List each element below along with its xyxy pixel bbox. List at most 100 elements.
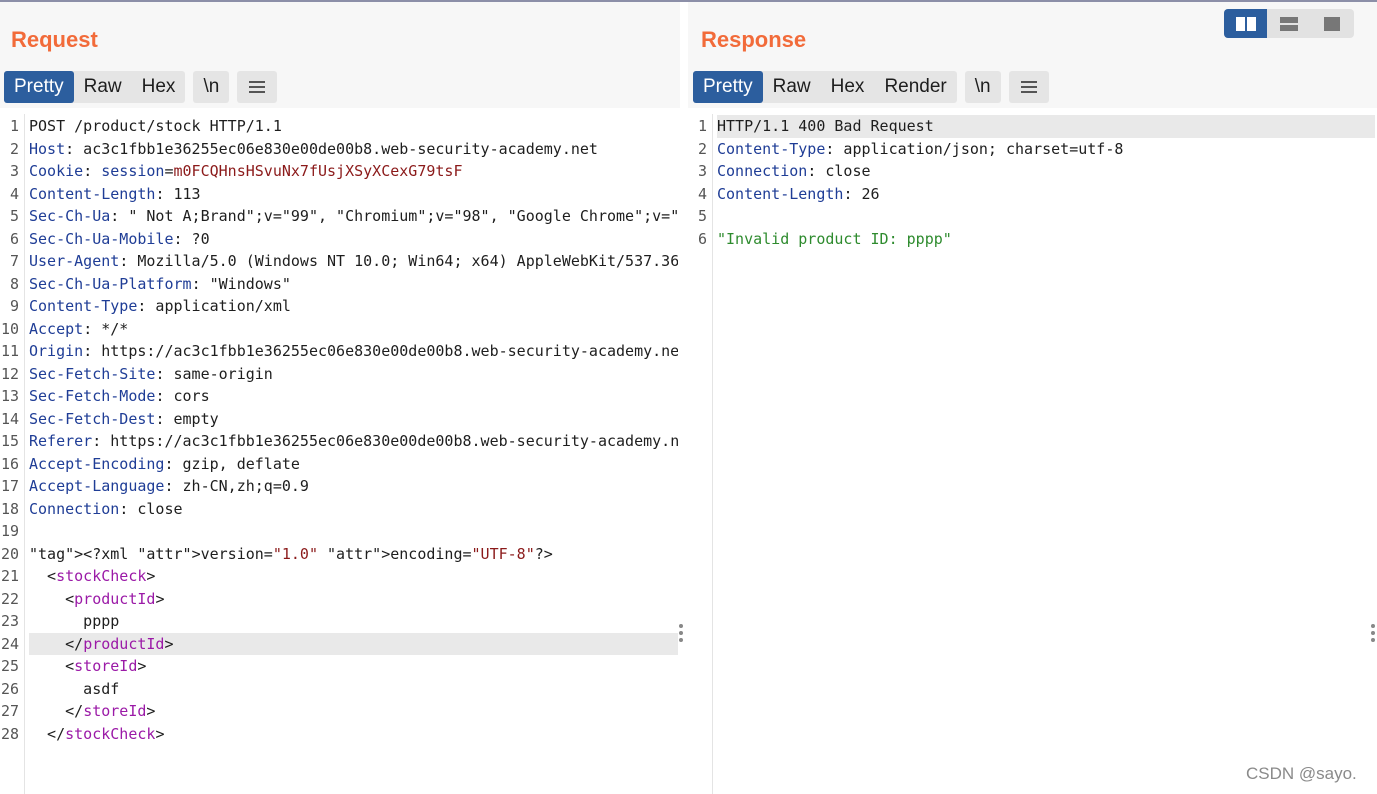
request-line-number: 15 — [0, 432, 19, 450]
response-tab-pretty[interactable]: Pretty — [693, 71, 763, 103]
request-line-number: 13 — [0, 387, 19, 405]
request-line-number: 25 — [0, 657, 19, 675]
request-code-line: Sec-Ch-Ua: " Not A;Brand";v="99", "Chrom… — [29, 207, 678, 225]
request-code-line: Accept: */* — [29, 319, 129, 338]
request-code-line: Sec-Fetch-Mode: cors — [29, 387, 210, 405]
request-code-line: POST /product/stock HTTP/1.1 — [29, 117, 282, 135]
request-resize-handle[interactable] — [679, 624, 683, 645]
request-code-line: <productId> — [29, 589, 165, 608]
request-line-number: 6 — [9, 229, 19, 248]
request-line-number: 4 — [9, 184, 19, 203]
request-line-number: 9 — [9, 297, 19, 315]
request-line-number: 24 — [0, 634, 19, 653]
request-title: Request — [11, 27, 98, 52]
response-line-number: 6 — [697, 229, 707, 248]
request-line-number: 12 — [0, 364, 19, 383]
request-code-line: Accept-Language: zh-CN,zh;q=0.9 — [29, 477, 309, 495]
request-code-line: <stockCheck> — [29, 567, 156, 585]
response-code-line: Content-Type: application/json; charset=… — [717, 139, 1124, 158]
request-line-gutter: 1 2 3 4 5 6 7 8 9 10 11 12 13 14 15 16 17 18 19 20 21 22 23 24 2… — [0, 114, 25, 794]
request-editor[interactable]: 1 2 3 4 5 6 7 8 9 10 11 12 13 14 15 16 17 18 19 20 21 22 23 24 2… — [0, 114, 680, 794]
response-menu-button[interactable] — [1008, 71, 1049, 103]
request-code-line: Origin: https://ac3c1fbb1e36255ec06e830e… — [29, 342, 678, 360]
request-line-number: 16 — [0, 454, 19, 473]
response-newline-label: \n — [974, 76, 991, 97]
response-panel: Response Pretty Raw Hex Render \n 1 2 3 4 5 6… — [688, 2, 1377, 794]
request-tab-raw[interactable]: Raw — [74, 71, 132, 103]
request-line-number: 1 — [9, 117, 19, 135]
response-tab-raw[interactable]: Raw — [763, 71, 821, 103]
single-pane-button[interactable] — [1310, 9, 1353, 38]
request-line-number: 21 — [0, 567, 19, 585]
response-title: Response — [701, 27, 807, 52]
layout-toggle — [1224, 9, 1354, 38]
request-line-number: 27 — [0, 702, 19, 720]
response-line-number: 4 — [697, 184, 707, 203]
request-header: Request Pretty Raw Hex \n — [0, 2, 680, 108]
split-vertical-button[interactable] — [1267, 9, 1310, 38]
request-code-line: Sec-Ch-Ua-Platform: "Windows" — [29, 274, 291, 293]
response-view-tabs: Pretty Raw Hex Render — [693, 71, 957, 103]
response-tab-render[interactable]: Render — [874, 71, 956, 103]
request-code-line: pppp — [29, 612, 120, 630]
request-line-number: 19 — [0, 522, 19, 540]
split-vertical-icon — [1279, 16, 1298, 31]
request-line-number: 26 — [0, 679, 19, 698]
request-line-number: 14 — [0, 409, 19, 428]
hamburger-icon — [249, 81, 266, 93]
hamburger-icon — [1020, 81, 1037, 93]
response-newline-toggle[interactable]: \n — [964, 71, 1001, 103]
request-code-line: Accept-Encoding: gzip, deflate — [29, 454, 300, 473]
request-view-tabs: Pretty Raw Hex — [4, 71, 186, 103]
response-code-line — [717, 205, 1375, 228]
request-line-number: 22 — [0, 589, 19, 608]
request-code-line: Sec-Fetch-Dest: empty — [29, 409, 219, 428]
request-code-line: Connection: close — [29, 499, 183, 518]
request-code-line: User-Agent: Mozilla/5.0 (Windows NT 10.0… — [29, 252, 678, 270]
request-tab-hex[interactable]: Hex — [132, 71, 186, 103]
single-pane-icon — [1323, 16, 1340, 31]
response-code-line: HTTP/1.1 400 Bad Request — [717, 115, 1375, 138]
request-panel: Request Pretty Raw Hex \n 1 2 3 4 5 6 7 8 9 10 11 1… — [0, 2, 683, 794]
request-line-number: 11 — [0, 342, 19, 360]
request-line-number: 5 — [9, 207, 19, 225]
response-code-line: Connection: close — [717, 162, 871, 180]
watermark: CSDN @sayo. — [1246, 764, 1357, 783]
request-line-number: 3 — [9, 162, 19, 180]
response-line-gutter: 1 2 3 4 5 6 — [688, 114, 713, 794]
request-code-line: Host: ac3c1fbb1e36255ec06e830e00de00b8.w… — [29, 139, 598, 158]
request-code-line: Content-Length: 113 — [29, 184, 201, 203]
split-horizontal-icon — [1235, 16, 1256, 31]
request-code-line: Sec-Fetch-Site: same-origin — [29, 364, 273, 383]
request-line-number: 7 — [9, 252, 19, 270]
response-resize-handle[interactable] — [1371, 624, 1375, 645]
request-code-line: "tag"><?xml "attr">version="1.0" "attr">… — [29, 544, 553, 563]
response-tabs: Pretty Raw Hex Render \n — [693, 71, 1049, 103]
request-line-number: 20 — [0, 544, 19, 563]
split-horizontal-button[interactable] — [1224, 9, 1267, 38]
request-tabs: Pretty Raw Hex \n — [4, 71, 278, 103]
response-line-number: 5 — [697, 207, 707, 225]
request-code-line: Content-Type: application/xml — [29, 297, 291, 315]
request-line-number: 23 — [0, 612, 19, 630]
response-code-line: "Invalid product ID: pppp" — [717, 229, 952, 248]
response-line-number: 2 — [697, 139, 707, 158]
request-line-number: 18 — [0, 499, 19, 518]
request-code-line: </storeId> — [29, 702, 156, 720]
request-line-number: 10 — [0, 319, 19, 338]
request-code-line: Sec-Ch-Ua-Mobile: ?0 — [29, 229, 210, 248]
request-code-line — [29, 520, 678, 543]
request-newline-toggle[interactable]: \n — [193, 71, 230, 103]
request-line-number: 8 — [9, 274, 19, 293]
request-code-line: asdf — [29, 679, 120, 698]
request-menu-button[interactable] — [237, 71, 278, 103]
request-tab-pretty[interactable]: Pretty — [4, 71, 74, 103]
response-line-number: 3 — [697, 162, 707, 180]
request-newline-label: \n — [203, 76, 220, 97]
request-code-line: </stockCheck> — [29, 724, 165, 743]
response-editor[interactable]: 1 2 3 4 5 6 HTTP/1.1 400 Bad Request Content-T… — [688, 114, 1377, 794]
response-code-line: Content-Length: 26 — [717, 184, 880, 203]
response-line-number: 1 — [697, 117, 707, 135]
response-tab-hex[interactable]: Hex — [821, 71, 875, 103]
request-code-line: Cookie: session=m0FCQHnsHSvuNx7fUsjXSyXC… — [29, 162, 463, 180]
